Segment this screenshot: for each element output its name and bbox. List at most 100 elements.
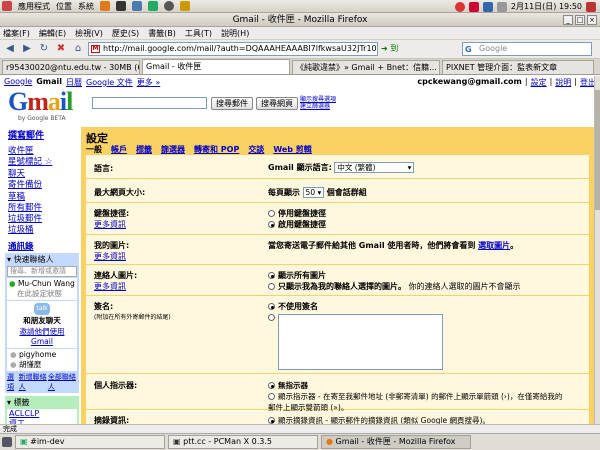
scrollbar-thumb[interactable] [595, 90, 600, 210]
task-firefox[interactable]: ● Gmail - 收件匣 - Mozilla Firefox [321, 435, 471, 449]
reload-icon[interactable]: ↻ [37, 42, 51, 56]
signature-textarea[interactable] [278, 314, 443, 370]
invite-gmail-link[interactable]: Gmail [7, 337, 77, 346]
quick-contacts-header[interactable]: ▾ 快速聯絡人 [5, 253, 79, 266]
panel-menu-places[interactable]: 位置 [56, 1, 72, 12]
pagesize-select[interactable]: 50 ▾ [302, 187, 325, 198]
no-signature-option[interactable]: 不使用簽名 [268, 301, 443, 312]
task-pcman[interactable]: ▣ ptt.cc - PCMan X 0.3.5 [168, 435, 318, 449]
link-docs[interactable]: Google 文件 [86, 77, 133, 88]
show-chosen-pics-option[interactable]: 只顯示我為我的聯絡人選擇的圖片。 你的連絡人選取的圖片不會顯示 [268, 281, 521, 292]
create-filter-link[interactable]: 建立篩選器 [300, 103, 336, 110]
task-im-dev[interactable]: ▣ #im-dev [15, 435, 165, 449]
menu-tools[interactable]: 工具(T) [185, 27, 212, 39]
editor-launcher-icon[interactable] [180, 1, 190, 11]
sidebar-item-starred[interactable]: 星號標記 ☆ [8, 155, 52, 167]
talk-promo: talk 和朋友聊天 邀請他們使用 Gmail [7, 301, 77, 348]
tab-bar: r95430020@ntu.edu.tw - 30MB (60%) - Gmai… [0, 59, 600, 75]
media-launcher-icon[interactable] [164, 1, 174, 11]
tab-webclips[interactable]: Web 剪輯 [273, 144, 311, 155]
show-desktop-icon[interactable] [2, 437, 12, 447]
menu-file[interactable]: 檔案(F) [3, 27, 30, 39]
no-indicator-option[interactable]: 無指示器 [268, 380, 568, 391]
select-picture-link[interactable]: 選取圖片 [478, 241, 510, 250]
contactpics-more-link[interactable]: 更多資訊 [94, 281, 137, 292]
search-web-button[interactable]: 搜尋網頁 [256, 97, 298, 110]
menu-help[interactable]: 說明(H) [221, 27, 249, 39]
use-signature-radio[interactable] [268, 314, 275, 321]
panel-menu-apps[interactable]: 應用程式 [18, 1, 50, 12]
mypicture-more-link[interactable]: 更多資訊 [94, 251, 129, 262]
search-input[interactable]: G Google [462, 42, 592, 56]
shortcuts-more-link[interactable]: 更多資訊 [94, 219, 129, 230]
minimize-icon[interactable]: _ [563, 15, 573, 25]
tab-chat[interactable]: 交談 [248, 144, 264, 155]
signature-note: (附加在所有外寄郵件的結尾) [94, 314, 171, 321]
maximize-icon[interactable]: □ [575, 15, 585, 25]
forward-icon[interactable]: ▶ [20, 42, 34, 56]
sidebar-item-sent[interactable]: 寄件備份 [8, 178, 42, 190]
url-input[interactable]: M http://mail.google.com/mail/?auth=DQAA… [88, 42, 378, 56]
shortcuts-on-option[interactable]: 啟用鍵盤捷徑 [268, 219, 326, 230]
tab-gmail[interactable]: Gmail - 收件匣 [142, 59, 290, 74]
mypicture-row: 我的圖片: 更多資訊 當您寄送電子郵件給其他 Gmail 使用者時，他們將會看到 … [86, 235, 589, 265]
mail-launcher-icon[interactable] [132, 1, 142, 11]
language-select[interactable]: 中文 (繁體) ▾ [334, 162, 415, 173]
clock[interactable]: 2月11日(日) 19:50 [511, 1, 582, 12]
chat-launcher-icon[interactable] [148, 1, 158, 11]
tab-filters[interactable]: 篩選器 [161, 144, 185, 155]
home-icon[interactable]: ⌂ [71, 42, 85, 56]
terminal-launcher-icon[interactable] [116, 1, 126, 11]
sidebar-item-trash[interactable]: 垃圾桶 [8, 223, 34, 235]
menu-edit[interactable]: 編輯(E) [39, 27, 66, 39]
compose-link[interactable]: 撰寫郵件 [8, 128, 44, 141]
tab-pixnet[interactable]: PIXNET 管理介面：監表新文章 [442, 60, 594, 74]
panel-menu-system[interactable]: 系統 [78, 1, 94, 12]
menu-history[interactable]: 歷史(S) [112, 27, 139, 39]
foot-icon[interactable] [2, 1, 12, 11]
labels-header[interactable]: ▾ 標籤 [5, 396, 79, 409]
show-search-options-link[interactable]: 顯示搜尋選項 [300, 96, 336, 103]
notify-icon[interactable] [468, 1, 479, 12]
label-item[interactable]: ACLCLP [9, 409, 75, 418]
menu-bookmarks[interactable]: 書籤(B) [148, 27, 176, 39]
network-icon[interactable] [482, 1, 493, 12]
invite-link[interactable]: 邀請他們使用 [7, 326, 77, 337]
settings-link[interactable]: 設定 [531, 77, 547, 88]
tab-ntu-mail[interactable]: r95430020@ntu.edu.tw - 30MB (60%) - [2, 60, 140, 74]
volume-icon[interactable] [496, 1, 507, 12]
tab-accounts[interactable]: 帳戶 [111, 144, 127, 155]
contacts-link[interactable]: 通訊錄 [8, 240, 34, 252]
tab-forwarding[interactable]: 轉寄和 POP [194, 144, 239, 155]
back-icon[interactable]: ◀ [3, 42, 17, 56]
list-item[interactable]: ● 胡懂麼 [10, 359, 74, 370]
tab-labels[interactable]: 標籤 [136, 144, 152, 155]
shortcuts-off-option[interactable]: 停用鍵盤捷徑 [268, 208, 326, 219]
search-options: 顯示搜尋選項 建立篩選器 [300, 96, 336, 110]
shutdown-icon[interactable] [586, 1, 596, 12]
set-status[interactable]: 在此設定狀態 [9, 288, 75, 299]
show-snippets-option[interactable]: 顯示摘錄資訊 - 顯示郵件的摘錄資訊 (類似 Google 網頁搜尋)。 [268, 415, 490, 424]
show-all-pics-option[interactable]: 顯示所有圖片 [268, 270, 521, 281]
stop-icon[interactable]: ✖ [54, 42, 68, 56]
tab-general[interactable]: 一般 [86, 144, 102, 155]
menu-view[interactable]: 檢視(V) [75, 27, 103, 39]
close-icon[interactable]: × [587, 15, 597, 25]
radio [268, 382, 275, 389]
contact-search-input[interactable]: 搜尋、新增或邀請 [7, 266, 77, 277]
all-contacts-link[interactable]: 全部聯絡人 [48, 372, 77, 392]
record-icon[interactable] [454, 1, 465, 12]
gmail-logo[interactable]: Gmail by Google BETA [8, 89, 80, 123]
go-button[interactable]: ➜ 到 [381, 42, 411, 56]
tab-blog[interactable]: 《純歌違禁》» Gmail + Bnet：信籍... [292, 60, 440, 74]
radio [268, 303, 275, 310]
talk-icon: talk [34, 303, 50, 315]
link-more[interactable]: 更多 » [137, 77, 160, 88]
mail-search-input[interactable] [92, 97, 207, 109]
list-item[interactable]: ● pigyhome [10, 350, 74, 359]
search-mail-button[interactable]: 搜尋郵件 [211, 97, 253, 110]
options-link[interactable]: 選項 [7, 372, 19, 392]
add-contact-link[interactable]: 新增聯絡人 [19, 372, 48, 392]
help-link[interactable]: 說明 [555, 77, 571, 88]
firefox-launcher-icon[interactable] [100, 1, 110, 11]
